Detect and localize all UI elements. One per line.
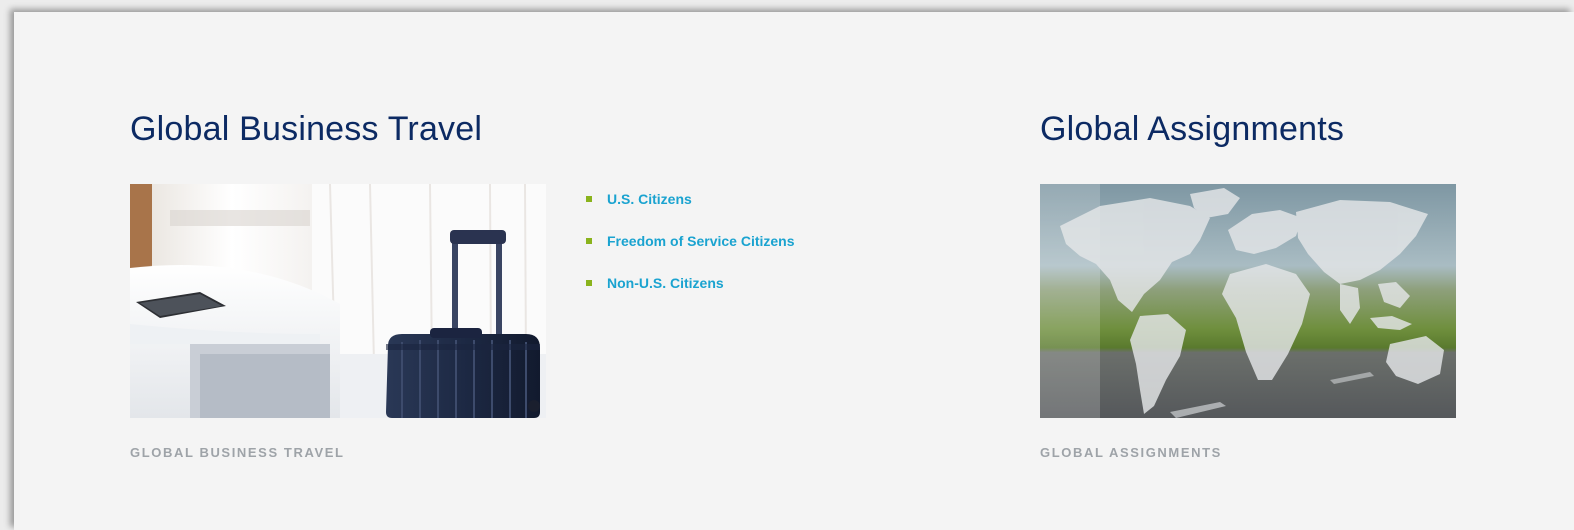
- business-travel-caption[interactable]: GLOBAL BUSINESS TRAVEL: [130, 445, 345, 460]
- list-item: Non-U.S. Citizens: [586, 262, 795, 304]
- freedom-of-service-citizens-link[interactable]: Freedom of Service Citizens: [607, 233, 795, 249]
- page-frame: Global Business Travel U.S. Citizens Fre…: [0, 0, 1574, 530]
- bullet-icon: [586, 280, 592, 286]
- us-citizens-link[interactable]: U.S. Citizens: [607, 191, 692, 207]
- business-travel-image[interactable]: [130, 184, 546, 418]
- assignments-caption[interactable]: GLOBAL ASSIGNMENTS: [1040, 445, 1222, 460]
- bullet-icon: [586, 196, 592, 202]
- assignments-image[interactable]: [1040, 184, 1456, 418]
- list-item: U.S. Citizens: [586, 178, 795, 220]
- non-us-citizens-link[interactable]: Non-U.S. Citizens: [607, 275, 724, 291]
- business-travel-title: Global Business Travel: [130, 110, 483, 148]
- citizen-links-list: U.S. Citizens Freedom of Service Citizen…: [586, 178, 795, 304]
- list-item: Freedom of Service Citizens: [586, 220, 795, 262]
- bullet-icon: [586, 238, 592, 244]
- content-panel: Global Business Travel U.S. Citizens Fre…: [14, 12, 1574, 530]
- assignments-title: Global Assignments: [1040, 110, 1345, 148]
